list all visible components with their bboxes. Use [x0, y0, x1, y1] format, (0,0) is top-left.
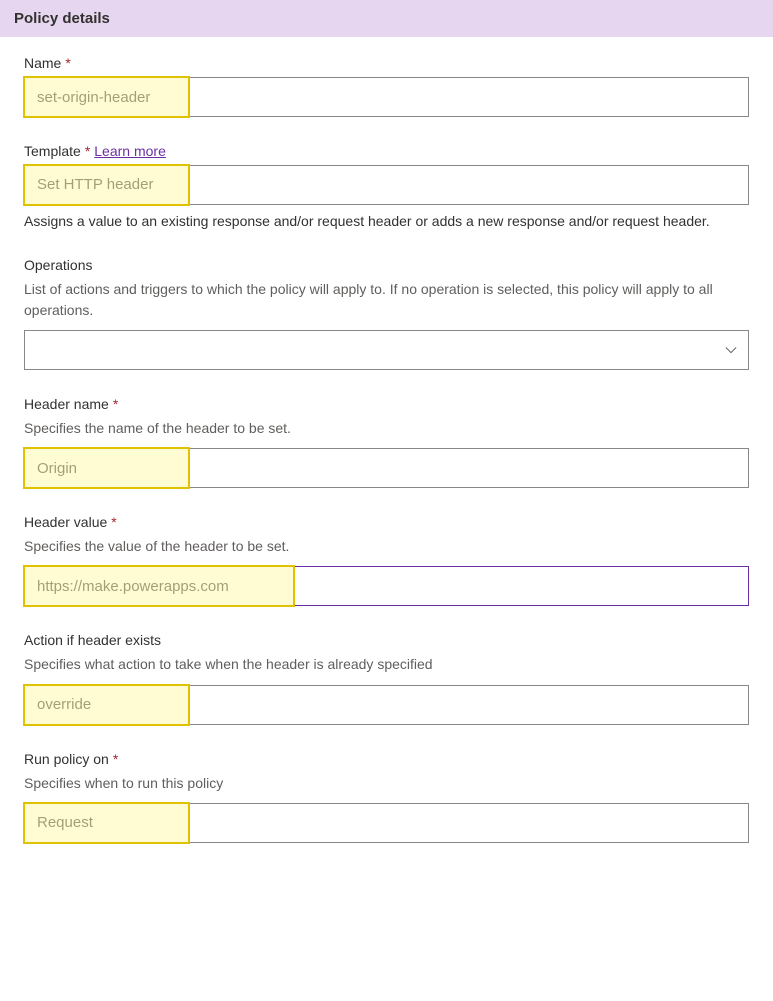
run-on-select[interactable]: Request	[24, 803, 749, 843]
template-label-row: Template * Learn more	[24, 143, 749, 159]
operations-label: Operations	[24, 257, 92, 273]
learn-more-link[interactable]: Learn more	[94, 143, 166, 159]
section-title: Policy details	[14, 10, 110, 27]
operations-label-row: Operations	[24, 257, 749, 273]
action-exists-label: Action if header exists	[24, 632, 161, 648]
required-star: *	[113, 751, 118, 767]
header-name-label: Header name	[24, 396, 109, 412]
header-name-label-row: Header name *	[24, 396, 749, 412]
required-star: *	[113, 396, 118, 412]
field-operations: Operations List of actions and triggers …	[24, 257, 749, 370]
required-star: *	[65, 55, 70, 71]
name-input[interactable]	[24, 77, 749, 117]
template-select-value: Set HTTP header	[37, 176, 153, 193]
header-value-input[interactable]	[24, 566, 749, 606]
field-header-name: Header name * Specifies the name of the …	[24, 396, 749, 488]
header-value-help: Specifies the value of the header to be …	[24, 536, 749, 556]
run-on-label-row: Run policy on *	[24, 751, 749, 767]
run-on-select-value: Request	[37, 814, 93, 831]
operations-help: List of actions and triggers to which th…	[24, 279, 749, 320]
header-value-label: Header value	[24, 514, 107, 530]
action-exists-label-row: Action if header exists	[24, 632, 749, 648]
name-label-row: Name *	[24, 55, 749, 71]
action-exists-select-value: override	[37, 696, 91, 713]
template-description: Assigns a value to an existing response …	[24, 211, 749, 231]
header-value-label-row: Header value *	[24, 514, 749, 530]
required-star: *	[85, 143, 90, 159]
required-star: *	[111, 514, 116, 530]
template-select[interactable]: Set HTTP header	[24, 165, 749, 205]
name-label: Name	[24, 55, 61, 71]
field-header-value: Header value * Specifies the value of th…	[24, 514, 749, 606]
field-name: Name *	[24, 55, 749, 117]
field-run-on: Run policy on * Specifies when to run th…	[24, 751, 749, 843]
field-template: Template * Learn more Set HTTP header As…	[24, 143, 749, 231]
field-action-exists: Action if header exists Specifies what a…	[24, 632, 749, 724]
operations-select[interactable]	[24, 330, 749, 370]
header-name-input[interactable]	[24, 448, 749, 488]
action-exists-help: Specifies what action to take when the h…	[24, 654, 749, 674]
action-exists-select[interactable]: override	[24, 685, 749, 725]
run-on-help: Specifies when to run this policy	[24, 773, 749, 793]
section-header: Policy details	[0, 0, 773, 37]
run-on-label: Run policy on	[24, 751, 109, 767]
policy-form: Name * Template * Learn more Set HTTP he…	[0, 37, 773, 871]
template-label: Template	[24, 143, 81, 159]
header-name-help: Specifies the name of the header to be s…	[24, 418, 749, 438]
